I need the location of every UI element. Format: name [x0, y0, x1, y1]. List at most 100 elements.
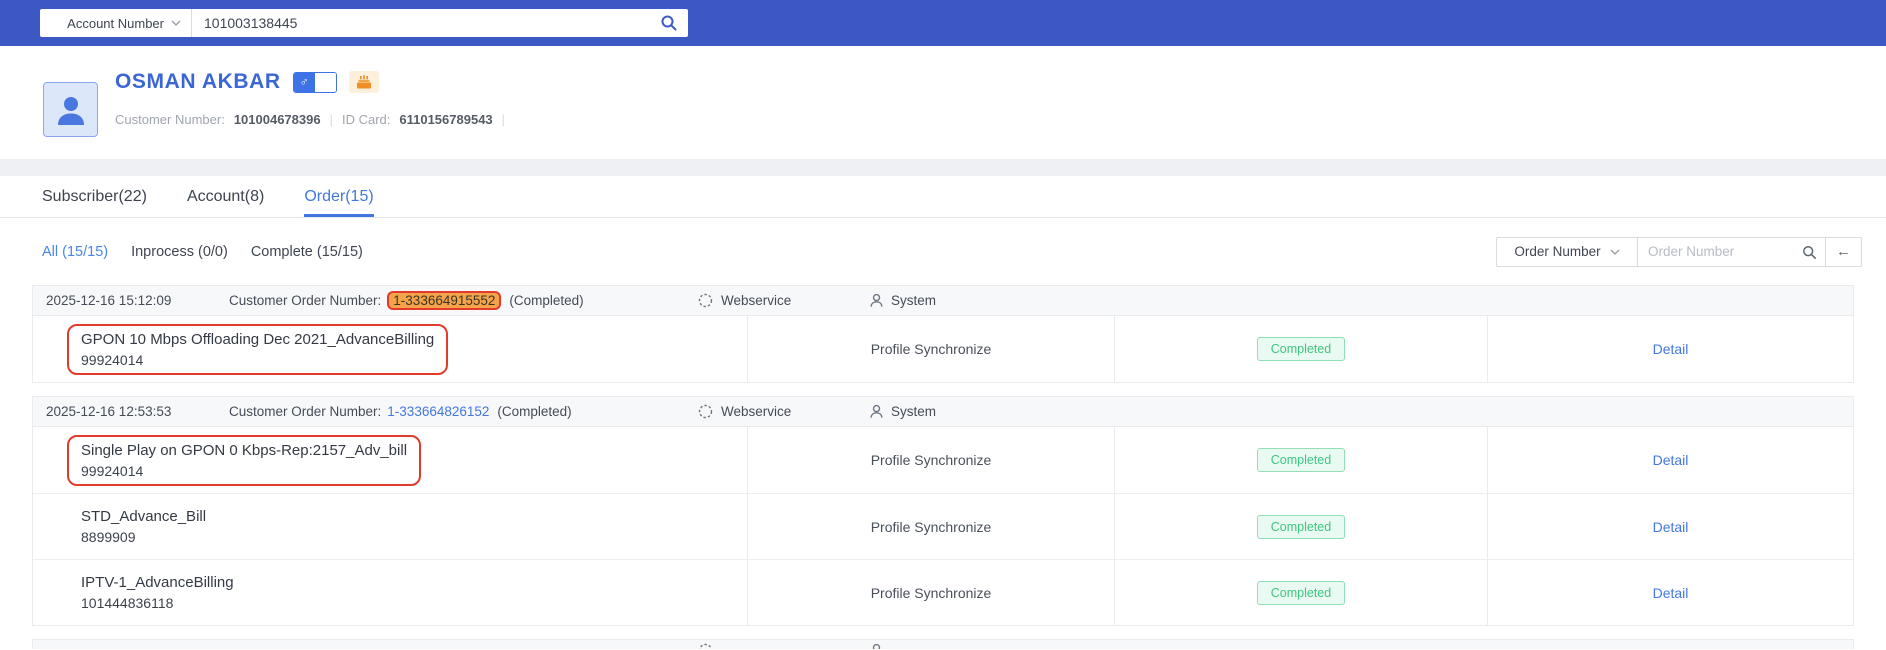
detail-cell: Detail: [1487, 316, 1853, 382]
product-cell: STD_Advance_Bill 8899909: [33, 494, 747, 559]
order-group: 2025-12-16 15:12:09 Customer Order Numbe…: [32, 285, 1854, 383]
order-search-group: Order Number ←: [1496, 236, 1862, 267]
customer-name: OSMAN AKBAR: [115, 70, 281, 93]
action-cell: Profile Synchronize: [747, 494, 1114, 559]
channel-label: Webservice: [721, 404, 792, 419]
order-list: 2025-12-16 15:12:09 Customer Order Numbe…: [32, 285, 1854, 649]
detail-link[interactable]: Detail: [1653, 452, 1689, 468]
order-group-header-partial: [32, 639, 1854, 649]
gender-toggle[interactable]: ♂: [292, 71, 337, 93]
search-icon[interactable]: [1802, 245, 1817, 260]
chevron-down-icon: [1610, 249, 1620, 255]
search-type-dropdown[interactable]: Account Number: [40, 9, 192, 37]
male-gender-icon: ♂: [293, 72, 315, 92]
product-name: Single Play on GPON 0 Kbps-Rep:2157_Adv_…: [81, 441, 408, 459]
product-annotation-box: GPON 10 Mbps Offloading Dec 2021_Advance…: [67, 323, 449, 375]
order-number-search-field: [1638, 236, 1826, 267]
id-card-label: ID Card:: [341, 112, 391, 127]
product-name: STD_Advance_Bill: [81, 508, 207, 525]
status-cell: Completed: [1114, 427, 1487, 493]
product-number: 8899909: [81, 529, 136, 545]
product-name: GPON 10 Mbps Offloading Dec 2021_Advance…: [81, 330, 435, 348]
order-datetime: 2025-12-16 12:53:53: [46, 404, 172, 419]
detail-link[interactable]: Detail: [1653, 585, 1689, 601]
account-search-combo: Account Number: [40, 9, 688, 37]
order-status-text: (Completed): [497, 404, 572, 419]
account-search-input[interactable]: [192, 9, 688, 37]
operator-label: System: [891, 293, 937, 308]
status-filter-links: All (15/15) Inprocess (0/0) Complete (15…: [42, 244, 363, 260]
order-number-link[interactable]: 1-333664915552: [387, 291, 502, 310]
order-item-row: GPON 10 Mbps Offloading Dec 2021_Advance…: [33, 316, 1853, 382]
status-cell: Completed: [1114, 494, 1487, 559]
order-number-label: Customer Order Number:: [229, 293, 382, 308]
customer-info-row: Customer Number: 101004678396 | ID Card:…: [115, 112, 506, 127]
product-cell: IPTV-1_AdvanceBilling 101444836118: [33, 560, 747, 625]
tab-subscriber[interactable]: Subscriber(22): [42, 176, 147, 217]
customer-number-value: 101004678396: [233, 112, 321, 127]
product-annotation-box: Single Play on GPON 0 Kbps-Rep:2157_Adv_…: [67, 434, 422, 486]
product-number: 101444836118: [81, 595, 174, 611]
avatar: [43, 82, 98, 137]
product-number: 99924014: [81, 351, 144, 368]
action-cell: Profile Synchronize: [747, 560, 1114, 625]
detail-cell: Detail: [1487, 560, 1853, 625]
crm-order-screen: Account Number 101003138445 OSMAN AKBAR …: [0, 0, 1886, 650]
order-operator: System: [869, 293, 936, 308]
order-search-type-label: Order Number: [1514, 244, 1601, 259]
order-status-text: (Completed): [509, 293, 584, 308]
filter-inprocess[interactable]: Inprocess (0/0): [131, 244, 228, 260]
status-badge: Completed: [1256, 337, 1346, 361]
tab-order[interactable]: Order(15): [304, 176, 374, 217]
status-badge: Completed: [1256, 448, 1346, 472]
product-block: STD_Advance_Bill 8899909: [67, 501, 220, 552]
left-arrow-icon: ←: [1836, 243, 1851, 260]
detail-link[interactable]: Detail: [1653, 341, 1689, 357]
search-icon[interactable]: [660, 14, 678, 32]
status-badge: Completed: [1256, 514, 1346, 539]
search-type-label: Account Number: [67, 15, 164, 31]
order-search-type-dropdown[interactable]: Order Number: [1496, 236, 1638, 267]
webservice-sync-icon: [698, 643, 713, 649]
channel-label: Webservice: [721, 293, 792, 308]
order-group-header: 2025-12-16 15:12:09 Customer Order Numbe…: [33, 286, 1853, 316]
order-item-row: IPTV-1_AdvanceBilling 101444836118 Profi…: [33, 559, 1853, 625]
collapse-search-button[interactable]: ←: [1826, 236, 1862, 267]
operator-label: System: [891, 404, 937, 419]
customer-header-card: OSMAN AKBAR ♂ Customer Number: 101004678…: [0, 46, 1886, 159]
order-number-search-input[interactable]: [1638, 237, 1825, 266]
customer-number-label: Customer Number:: [115, 112, 225, 127]
order-item-row: STD_Advance_Bill 8899909 Profile Synchro…: [33, 493, 1853, 559]
filter-complete[interactable]: Complete (15/15): [251, 244, 363, 260]
id-card-value: 6110156789543: [399, 112, 493, 127]
account-search-field: [192, 9, 688, 37]
product-cell: GPON 10 Mbps Offloading Dec 2021_Advance…: [33, 316, 747, 382]
order-group-header: 2025-12-16 12:53:53 Customer Order Numbe…: [33, 397, 1853, 427]
user-icon: [870, 293, 883, 307]
tab-account[interactable]: Account(8): [187, 176, 264, 217]
order-channel: Webservice: [698, 404, 791, 419]
order-datetime: 2025-12-16 15:12:09: [46, 293, 172, 308]
tabs-bar: Subscriber(22) Account(8) Order(15): [0, 176, 1886, 218]
action-cell: Profile Synchronize: [747, 427, 1114, 493]
user-icon: [870, 404, 883, 418]
birthday-badge: [348, 71, 379, 93]
section-divider: [0, 159, 1886, 176]
status-badge: Completed: [1256, 580, 1346, 605]
detail-cell: Detail: [1487, 427, 1853, 493]
order-filter-row: All (15/15) Inprocess (0/0) Complete (15…: [0, 218, 1886, 285]
person-icon: [57, 96, 84, 125]
user-icon: [869, 643, 884, 649]
order-number-label: Customer Order Number:: [229, 404, 382, 419]
action-cell: Profile Synchronize: [747, 316, 1114, 382]
product-number: 99924014: [81, 462, 144, 479]
product-name: IPTV-1_AdvanceBilling: [81, 574, 234, 591]
webservice-sync-icon: [698, 293, 713, 308]
status-cell: Completed: [1114, 316, 1487, 382]
birthday-cake-icon: [356, 75, 371, 89]
order-operator: System: [869, 404, 936, 419]
order-number-link[interactable]: 1-333664826152: [387, 404, 489, 419]
detail-link[interactable]: Detail: [1653, 519, 1689, 535]
filter-all[interactable]: All (15/15): [42, 244, 108, 260]
status-cell: Completed: [1114, 560, 1487, 625]
